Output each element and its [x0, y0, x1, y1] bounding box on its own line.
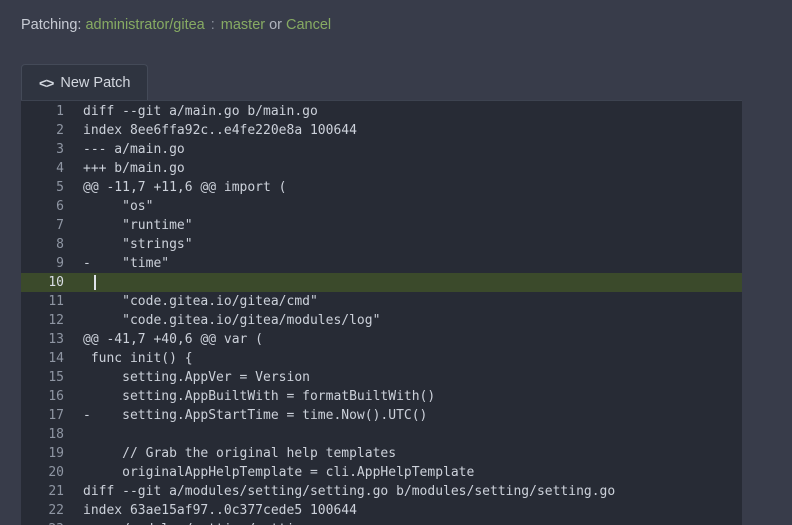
line-number: 1 [56, 104, 64, 119]
line-number: 12 [48, 313, 64, 328]
patching-label: Patching: [21, 17, 82, 33]
patch-breadcrumb-header: Patching: administrator/gitea: master or Can… [21, 15, 331, 35]
line-number: 9 [56, 256, 64, 271]
line-text: --- a/main.go [83, 142, 185, 157]
code-line[interactable]: 12 "code.gitea.io/gitea/modules/log" [21, 311, 742, 330]
line-number: 2 [56, 123, 64, 138]
line-text: - setting.AppStartTime = time.Now().UTC(… [83, 408, 428, 423]
line-text: @@ -11,7 +11,6 @@ import ( [83, 180, 287, 195]
code-line[interactable]: 15 setting.AppVer = Version [21, 368, 742, 387]
line-text: diff --git a/modules/setting/setting.go … [83, 484, 616, 499]
line-number: 22 [48, 503, 64, 518]
line-text: - "time" [83, 256, 170, 271]
line-number: 4 [56, 161, 64, 176]
code-line[interactable]: 22 index 63ae15af97..0c377cede5 100644 [21, 501, 742, 520]
code-line[interactable]: 8 "strings" [21, 235, 742, 254]
line-number: 3 [56, 142, 64, 157]
line-number: 10 [48, 275, 64, 290]
code-line[interactable]: 1 diff --git a/main.go b/main.go [21, 102, 742, 121]
editor-tabbar: <> New Patch [21, 64, 742, 101]
tab-new-patch[interactable]: <> New Patch [21, 64, 149, 101]
line-number: 6 [56, 199, 64, 214]
code-line[interactable]: 4 +++ b/main.go [21, 159, 742, 178]
diff-code-editor[interactable]: 1 diff --git a/main.go b/main.go 2 index 8e… [21, 100, 742, 525]
code-line[interactable]: 11 "code.gitea.io/gitea/cmd" [21, 292, 742, 311]
line-text: --- a/modules/setting/setting.go [83, 520, 333, 525]
code-line[interactable]: 18 [21, 425, 742, 444]
line-number: 18 [48, 427, 64, 442]
line-number: 20 [48, 465, 64, 480]
line-number: 7 [56, 218, 64, 233]
code-line[interactable]: 16 setting.AppBuiltWith = formatBuiltWit… [21, 387, 742, 406]
line-text: index 8ee6ffa92c..e4fe220e8a 100644 [83, 123, 357, 138]
breadcrumb-separator: : [210, 17, 215, 33]
line-text: setting.AppVer = Version [83, 370, 310, 385]
code-line[interactable]: 14 func init() { [21, 349, 742, 368]
line-number: 13 [48, 332, 64, 347]
line-text: "code.gitea.io/gitea/cmd" [83, 294, 318, 309]
cancel-link[interactable]: Cancel [286, 17, 331, 33]
repo-link[interactable]: administrator/gitea [85, 17, 204, 33]
line-text: originalAppHelpTemplate = cli.AppHelpTem… [83, 465, 475, 480]
text-cursor [94, 275, 96, 290]
line-text: "os" [83, 199, 154, 214]
code-line[interactable]: 3 --- a/main.go [21, 140, 742, 159]
line-text: diff --git a/main.go b/main.go [83, 104, 318, 119]
code-line[interactable]: 13 @@ -41,7 +40,6 @@ var ( [21, 330, 742, 349]
line-text: func init() { [83, 351, 193, 366]
code-line[interactable]: 10 [21, 273, 742, 292]
code-line[interactable]: 5 @@ -11,7 +11,6 @@ import ( [21, 178, 742, 197]
code-line[interactable]: 2 index 8ee6ffa92c..e4fe220e8a 100644 [21, 121, 742, 140]
code-line[interactable]: 20 originalAppHelpTemplate = cli.AppHelp… [21, 463, 742, 482]
line-number: 15 [48, 370, 64, 385]
code-icon: <> [39, 75, 54, 91]
line-number: 19 [48, 446, 64, 461]
line-number: 21 [48, 484, 64, 499]
branch-link[interactable]: master [221, 17, 265, 33]
conjunction-label: or [269, 17, 283, 33]
code-line[interactable]: 9 - "time" [21, 254, 742, 273]
code-line[interactable]: 6 "os" [21, 197, 742, 216]
tab-new-patch-label: New Patch [60, 75, 131, 91]
line-number: 14 [48, 351, 64, 366]
code-line[interactable]: 7 "runtime" [21, 216, 742, 235]
line-text: +++ b/main.go [83, 161, 185, 176]
line-number: 5 [56, 180, 64, 195]
line-text: setting.AppBuiltWith = formatBuiltWith() [83, 389, 436, 404]
line-number: 23 [21, 520, 64, 525]
patch-page: Patching: administrator/gitea: master or Can… [0, 0, 792, 525]
line-number: 17 [48, 408, 64, 423]
line-text: "strings" [83, 237, 193, 252]
line-number: 16 [48, 389, 64, 404]
line-number: 8 [56, 237, 64, 252]
code-line[interactable]: 23 --- a/modules/setting/setting.go [21, 520, 742, 525]
line-text: @@ -41,7 +40,6 @@ var ( [83, 332, 264, 347]
line-text: index 63ae15af97..0c377cede5 100644 [83, 503, 357, 518]
code-line-list: 1 diff --git a/main.go b/main.go 2 index 8e… [21, 102, 742, 525]
line-number: 11 [48, 294, 64, 309]
line-text: // Grab the original help templates [83, 446, 397, 461]
line-text: "code.gitea.io/gitea/modules/log" [83, 313, 381, 328]
code-line[interactable]: 17 - setting.AppStartTime = time.Now().UT… [21, 406, 742, 425]
line-text: "runtime" [83, 218, 193, 233]
code-line[interactable]: 19 // Grab the original help templates [21, 444, 742, 463]
code-line[interactable]: 21 diff --git a/modules/setting/setting.g… [21, 482, 742, 501]
